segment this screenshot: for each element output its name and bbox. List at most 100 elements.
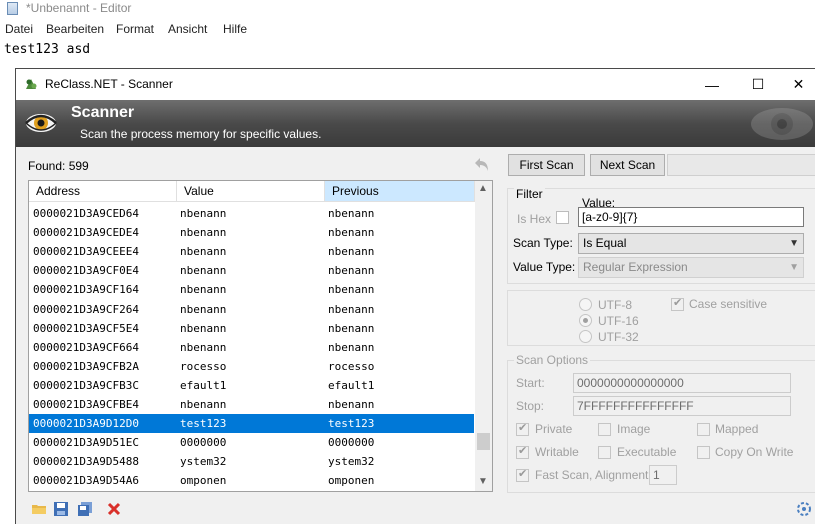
is-hex-checkbox[interactable] bbox=[556, 211, 569, 224]
first-scan-button[interactable]: First Scan bbox=[508, 154, 585, 176]
utf32-label: UTF-32 bbox=[598, 330, 639, 344]
row-value: 0000000 bbox=[180, 436, 227, 450]
table-row[interactable]: 0000021D3A9CFBE4 nbenann nbenann bbox=[29, 395, 474, 414]
table-row[interactable]: 0000021D3A9CF264 nbenann nbenann bbox=[29, 300, 474, 319]
scrollbar-thumb[interactable] bbox=[477, 433, 490, 450]
row-previous: omponen bbox=[328, 474, 375, 488]
radio-selected-dot bbox=[583, 318, 588, 323]
table-row[interactable]: 0000021D3A9CFB3C efault1 efault1 bbox=[29, 376, 474, 395]
scroll-up-icon[interactable]: ▲ bbox=[478, 183, 488, 194]
settings-icon[interactable] bbox=[796, 501, 812, 517]
value-type-value: Regular Expression bbox=[583, 260, 688, 274]
utf8-label: UTF-8 bbox=[598, 298, 632, 312]
table-row[interactable]: 0000021D3A9D12D0 test123 test123 bbox=[29, 414, 474, 434]
clear-icon[interactable] bbox=[106, 501, 122, 517]
value-input[interactable]: [a-z0-9]{7} bbox=[578, 207, 804, 227]
table-row[interactable]: 0000021D3A9CED64 nbenann nbenann bbox=[29, 204, 474, 223]
table-row[interactable]: 0000021D3A9CEEE4 nbenann nbenann bbox=[29, 242, 474, 261]
scroll-down-icon[interactable]: ▼ bbox=[478, 476, 488, 487]
row-value: test123 bbox=[180, 417, 227, 431]
column-header-value[interactable]: Value bbox=[177, 181, 325, 202]
row-address: 0000021D3A9D51EC bbox=[33, 436, 139, 450]
maximize-button[interactable]: ☐ bbox=[735, 69, 781, 100]
row-address: 0000021D3A9CED64 bbox=[33, 207, 139, 220]
utf32-radio[interactable] bbox=[579, 330, 592, 343]
row-previous: nbenann bbox=[328, 302, 375, 316]
table-row[interactable]: 0000021D3A9D51EC 0000000 0000000 bbox=[29, 433, 474, 452]
found-count: Found: 599 bbox=[28, 159, 89, 173]
row-value: nbenann bbox=[180, 340, 227, 354]
table-row[interactable]: 0000021D3A9CFB2A rocesso rocesso bbox=[29, 357, 474, 376]
menu-datei[interactable]: Datei bbox=[5, 22, 33, 36]
row-address: 0000021D3A9CEEE4 bbox=[33, 245, 139, 259]
scan-options-label: Scan Options bbox=[514, 353, 591, 367]
scanner-titlebar[interactable]: ReClass.NET - Scanner — ☐ ✕ bbox=[16, 69, 815, 100]
private-checkbox[interactable]: ✔ bbox=[516, 422, 529, 436]
table-row[interactable]: 0000021D3A9CEDE4 nbenann nbenann bbox=[29, 223, 474, 242]
row-previous: nbenann bbox=[328, 226, 375, 240]
is-hex-label: Is Hex bbox=[517, 212, 552, 226]
column-header-previous[interactable]: Previous bbox=[325, 181, 475, 202]
value-type-select[interactable]: Regular Expression ▼ bbox=[578, 257, 804, 278]
open-folder-icon[interactable] bbox=[31, 501, 47, 517]
row-value: nbenann bbox=[180, 283, 227, 297]
executable-checkbox[interactable] bbox=[598, 446, 611, 459]
table-row[interactable]: 0000021D3A9CF164 nbenann nbenann bbox=[29, 280, 474, 299]
mapped-label: Mapped bbox=[715, 422, 759, 436]
utf8-radio[interactable] bbox=[579, 298, 592, 311]
menu-hilfe[interactable]: Hilfe bbox=[223, 22, 247, 36]
table-row[interactable]: 0000021D3A9CF664 nbenann nbenann bbox=[29, 338, 474, 357]
close-button[interactable]: ✕ bbox=[781, 69, 815, 100]
scan-type-select[interactable]: Is Equal ▼ bbox=[578, 233, 804, 254]
row-value: ystem32 bbox=[180, 455, 227, 469]
fast-scan-checkbox[interactable]: ✔ bbox=[516, 468, 529, 482]
row-previous: 0000000 bbox=[328, 436, 375, 450]
chevron-down-icon: ▼ bbox=[789, 238, 799, 249]
save-as-icon[interactable] bbox=[77, 501, 93, 517]
start-address-input[interactable]: 0000000000000000 bbox=[573, 373, 791, 393]
scanner-window: ReClass.NET - Scanner — ☐ ✕ Scanner Scan… bbox=[15, 68, 815, 524]
alignment-input[interactable]: 1 bbox=[649, 465, 677, 485]
row-value: omponen bbox=[180, 474, 227, 488]
row-value: nbenann bbox=[180, 245, 227, 259]
banner-title: Scanner bbox=[71, 104, 135, 121]
results-list[interactable]: Address Value Previous 0000021D3A9CED64 n… bbox=[28, 180, 493, 492]
table-row[interactable]: 0000021D3A9CF5E4 nbenann nbenann bbox=[29, 319, 474, 338]
copy-on-write-label: Copy On Write bbox=[715, 445, 794, 459]
check-icon: ✔ bbox=[518, 445, 528, 457]
next-scan-button[interactable]: Next Scan bbox=[590, 154, 665, 176]
scanner-banner: Scanner Scan the process memory for spec… bbox=[16, 100, 815, 147]
menu-ansicht[interactable]: Ansicht bbox=[168, 22, 207, 36]
copy-on-write-checkbox[interactable] bbox=[697, 446, 710, 459]
mapped-checkbox[interactable] bbox=[697, 423, 710, 436]
save-icon[interactable] bbox=[53, 501, 69, 517]
scan-progress-bar bbox=[667, 154, 815, 176]
results-scrollbar[interactable]: ▲ ▼ bbox=[475, 181, 492, 491]
row-address: 0000021D3A9CFBE4 bbox=[33, 398, 139, 411]
table-row[interactable]: 0000021D3A9D5488 ystem32 ystem32 bbox=[29, 452, 474, 471]
row-previous: nbenann bbox=[328, 398, 375, 411]
case-sensitive-checkbox[interactable]: ✔ bbox=[671, 297, 684, 311]
row-previous: efault1 bbox=[328, 378, 375, 392]
table-row[interactable]: 0000021D3A9D54A6 omponen omponen bbox=[29, 471, 474, 490]
utf16-radio[interactable] bbox=[579, 314, 592, 327]
table-row[interactable]: 0000021D3A9CF0E4 nbenann nbenann bbox=[29, 261, 474, 280]
row-address: 0000021D3A9D5488 bbox=[33, 455, 139, 469]
stop-address-input[interactable]: 7FFFFFFFFFFFFFFF bbox=[573, 396, 791, 416]
menu-format[interactable]: Format bbox=[116, 22, 154, 36]
notepad-title: *Unbenannt - Editor bbox=[26, 1, 132, 15]
column-header-address[interactable]: Address bbox=[29, 181, 177, 202]
image-checkbox[interactable] bbox=[598, 423, 611, 436]
row-address: 0000021D3A9CF664 bbox=[33, 340, 139, 354]
notepad-text-area[interactable]: test123 asd bbox=[4, 42, 90, 57]
value-type-label: Value Type: bbox=[513, 260, 576, 274]
executable-label: Executable bbox=[617, 445, 677, 459]
row-address: 0000021D3A9D12D0 bbox=[33, 417, 139, 431]
menu-bearbeiten[interactable]: Bearbeiten bbox=[46, 22, 104, 36]
check-icon: ✔ bbox=[673, 297, 683, 309]
minimize-button[interactable]: — bbox=[689, 69, 735, 100]
close-icon: ✕ bbox=[792, 76, 805, 92]
row-value: nbenann bbox=[180, 302, 227, 316]
undo-icon[interactable] bbox=[473, 155, 491, 173]
writable-checkbox[interactable]: ✔ bbox=[516, 445, 529, 459]
